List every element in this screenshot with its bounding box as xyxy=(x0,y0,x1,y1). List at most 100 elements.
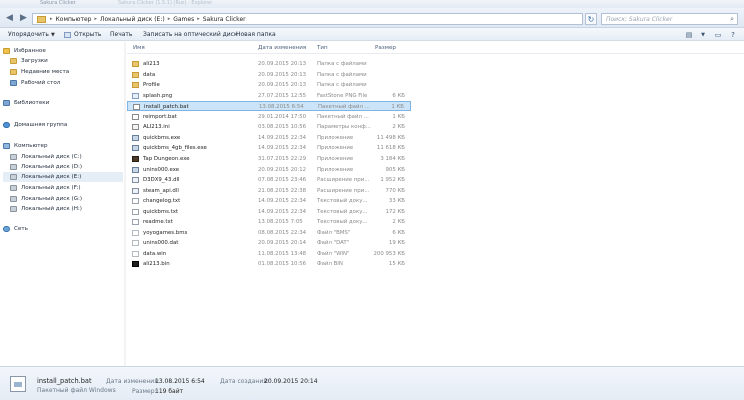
chevron-right-icon[interactable]: ▸ xyxy=(168,16,171,22)
details-file-type: Пакетный файл Windows xyxy=(37,387,116,394)
column-type[interactable]: Тип xyxy=(317,45,328,51)
chevron-down-icon: ▼ xyxy=(50,31,55,38)
file-type: Приложение xyxy=(317,155,354,162)
file-size: 11 498 КБ xyxy=(376,134,405,141)
breadcrumb-computer[interactable]: Компьютер xyxy=(56,16,92,23)
drive-icon xyxy=(10,154,17,160)
view-options-button[interactable]: ▤ xyxy=(683,30,695,39)
file-size: 33 КБ xyxy=(388,198,405,205)
file-name: ali213 xyxy=(143,61,160,67)
nav-downloads[interactable]: Загрузки xyxy=(10,56,123,66)
burn-label: Записать на оптический диск xyxy=(143,31,238,38)
chevron-right-icon[interactable]: ▸ xyxy=(94,16,97,22)
details-size-value: 119 байт xyxy=(155,388,184,395)
file-name: quickbms_4gb_files.exe xyxy=(143,145,207,152)
forward-button[interactable]: ▶ xyxy=(17,12,30,24)
new-folder-button[interactable]: Новая папка xyxy=(236,30,276,39)
file-row[interactable]: ali213.bin 01.08.2015 10:56 Файл BIN 15 КБ xyxy=(127,259,411,269)
column-date[interactable]: Дата изменения xyxy=(258,45,306,51)
file-type: Пакетный файл ... xyxy=(317,113,369,120)
breadcrumb-games[interactable]: Games xyxy=(173,16,194,23)
file-row[interactable]: ALI213.ini 03.08.2015 10:56 Параметры конф… xyxy=(127,122,411,132)
file-row[interactable]: changelog.txt 14.09.2015 22:34 Текстовый д… xyxy=(127,196,411,206)
breadcrumb-sakura-clicker[interactable]: Sakura Clicker xyxy=(203,16,246,23)
details-size-label: Размер: xyxy=(132,388,157,395)
nav-libraries[interactable]: Библиотеки xyxy=(3,98,123,108)
open-label: Открыть xyxy=(74,31,102,38)
file-row[interactable]: Tap Dungeon.exe 31.07.2015 22:29 Приложени… xyxy=(127,154,411,164)
file-size: 11 618 КБ xyxy=(376,145,405,152)
downloads-folder-icon xyxy=(10,58,17,64)
nav-libraries-label: Библиотеки xyxy=(14,100,50,106)
chevron-down-icon: ▼ xyxy=(701,31,705,38)
print-button[interactable]: Печать xyxy=(110,30,132,39)
back-button[interactable]: ◀ xyxy=(3,12,16,24)
file-row[interactable]: D3DX9_43.dll 07.08.2015 23:46 Расширение п… xyxy=(127,175,411,185)
file-row[interactable]: quickbms.txt 14.09.2015 22:34 Текстовый до… xyxy=(127,207,411,217)
preview-pane-button[interactable]: ▭ xyxy=(712,30,724,39)
nav-drive-g[interactable]: Локальный диск (G:) xyxy=(10,194,123,204)
nav-drive-f[interactable]: Локальный диск (F:) xyxy=(10,183,123,193)
file-date: 29.01.2014 17:50 xyxy=(258,113,307,120)
nav-drive-label: Локальный диск (F:) xyxy=(21,185,81,191)
file-row[interactable]: splash.png 27.07.2015 12:55 FastStone PNG … xyxy=(127,91,411,101)
file-name: install_patch.bat xyxy=(144,104,189,111)
file-row[interactable]: unins000.exe 20.09.2015 20:12 Приложение 90… xyxy=(127,165,411,175)
organize-button[interactable]: Упорядочить ▼ xyxy=(8,30,55,39)
navigation-scrollbar[interactable] xyxy=(124,42,126,366)
refresh-button[interactable]: ↻ xyxy=(585,13,597,25)
file-name: ALI213.ini xyxy=(143,124,170,131)
chevron-right-icon[interactable]: ▸ xyxy=(50,16,53,22)
file-size: 200 953 КБ xyxy=(373,250,405,257)
file-row[interactable]: ali213 20.09.2015 20:13 Папка с файлами xyxy=(127,59,411,69)
folder-file-icon xyxy=(132,82,139,89)
dll-file-icon xyxy=(132,187,139,194)
file-row[interactable]: data.win 11.08.2015 13:48 Файл "WIN" 200 95… xyxy=(127,249,411,259)
search-icon: ⌕ xyxy=(730,15,734,23)
file-row[interactable]: unins000.dat 20.09.2015 20:14 Файл "DAT" 19… xyxy=(127,238,411,248)
nav-computer[interactable]: Компьютер xyxy=(3,141,123,151)
nav-network[interactable]: Сеть xyxy=(3,224,123,234)
column-size[interactable]: Размер xyxy=(375,45,396,51)
dat-file-icon xyxy=(132,250,139,257)
file-list: Имя Дата изменения Тип Размер ali213 20.0… xyxy=(127,42,744,366)
search-input[interactable]: Поиск: Sakura Clicker ⌕ xyxy=(601,13,738,25)
file-size: 2 КБ xyxy=(392,124,405,131)
file-row[interactable]: install_patch.bat 13.08.2015 6:54 Пакетный… xyxy=(127,101,411,112)
file-row[interactable]: yoyogames.bms 08.08.2015 22:34 Файл "BMS" 6… xyxy=(127,228,411,238)
file-row[interactable]: quickbms.exe 14.09.2015 22:34 Приложение 11… xyxy=(127,133,411,143)
file-row[interactable]: steam_api.dll 21.08.2015 22:38 Расширение … xyxy=(127,186,411,196)
open-button[interactable]: Открыть xyxy=(64,30,101,39)
view-dropdown-button[interactable]: ▼ xyxy=(697,30,709,39)
desktop-icon xyxy=(10,80,17,86)
nav-recent-places[interactable]: Недавние места xyxy=(10,67,123,77)
chevron-right-icon[interactable]: ▸ xyxy=(197,16,200,22)
file-date: 14.09.2015 22:34 xyxy=(258,134,307,141)
file-name: unins000.exe xyxy=(143,166,180,173)
nav-drive-h[interactable]: Локальный диск (H:) xyxy=(10,204,123,214)
nav-drive-d[interactable]: Локальный диск (D:) xyxy=(10,162,123,172)
file-row[interactable]: readme.txt 13.08.2015 7:05 Текстовый доку.… xyxy=(127,217,411,227)
nav-homegroup[interactable]: Домашняя группа xyxy=(3,120,123,130)
file-row[interactable]: data 20.09.2015 20:13 Папка с файлами xyxy=(127,70,411,80)
nav-desktop[interactable]: Рабочий стол xyxy=(10,78,123,88)
address-bar[interactable]: ▸ Компьютер ▸ Локальный диск (E:) ▸ Game… xyxy=(32,13,583,25)
nav-drive-c[interactable]: Локальный диск (C:) xyxy=(10,152,123,162)
breadcrumb-drive-e[interactable]: Локальный диск (E:) xyxy=(100,16,165,23)
drive-icon xyxy=(10,206,17,212)
file-size: 1 952 КБ xyxy=(380,177,405,184)
column-name[interactable]: Имя xyxy=(133,45,145,51)
details-created-label: Дата создания: xyxy=(220,378,269,385)
file-row[interactable]: Profile 20.09.2015 20:13 Папка с файлами xyxy=(127,80,411,90)
open-icon xyxy=(64,31,71,38)
file-type: Файл BIN xyxy=(317,261,343,268)
nav-drive-e[interactable]: Локальный диск (E:) xyxy=(3,172,123,182)
burn-button[interactable]: Записать на оптический диск xyxy=(143,30,238,39)
help-button[interactable]: ? xyxy=(727,30,739,39)
nav-favorites[interactable]: Избранное xyxy=(3,46,123,56)
file-name: data xyxy=(143,71,156,78)
file-size: 6 КБ xyxy=(392,92,405,99)
file-size: 15 КБ xyxy=(388,261,405,268)
file-row[interactable]: quickbms_4gb_files.exe 14.09.2015 22:34 Пр… xyxy=(127,143,411,153)
file-row[interactable]: reimport.bat 29.01.2014 17:50 Пакетный фай… xyxy=(127,112,411,122)
